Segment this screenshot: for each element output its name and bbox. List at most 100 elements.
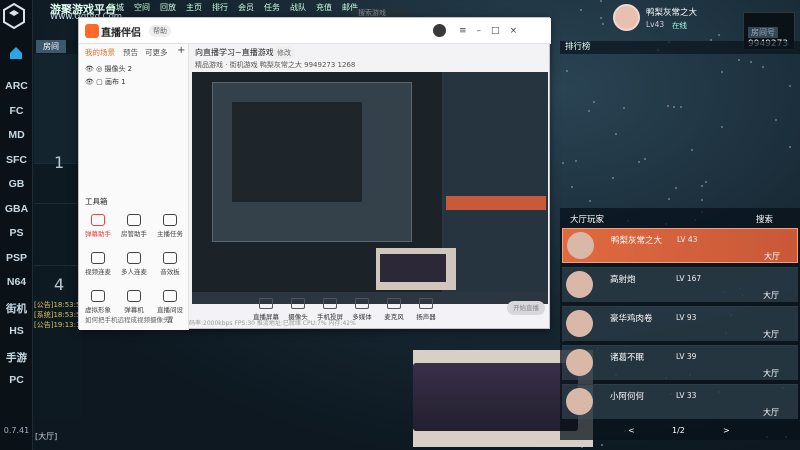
scene-item[interactable]: 👁 ◎ 摄像头 2 — [85, 64, 132, 74]
player-row[interactable]: 鸭梨灰常之大 LV 43 大厅 — [562, 228, 798, 263]
maximize-icon[interactable]: □ — [491, 26, 510, 36]
tool-label: 多人连麦 — [121, 268, 147, 276]
topnav-item[interactable]: 会员 — [238, 2, 254, 13]
tool-button[interactable]: 主播任务 — [157, 214, 183, 238]
tool-icon — [127, 214, 141, 226]
topnav-item[interactable]: 排行 — [212, 2, 228, 13]
scene-item[interactable]: 👁 ▢ 画布 1 — [85, 77, 126, 87]
sidebar-item-0[interactable]: ARC — [0, 80, 33, 92]
close-icon[interactable]: × — [510, 26, 528, 36]
topnav-item[interactable]: 空间 — [134, 2, 150, 13]
avatar[interactable] — [567, 232, 594, 259]
app-help-badge[interactable]: 帮助 — [149, 25, 171, 37]
sidebar-item-6[interactable]: PS — [0, 227, 33, 239]
tool-button[interactable]: 视频连麦 — [85, 252, 111, 276]
platform-logo-icon — [3, 3, 25, 29]
minimize-icon[interactable]: – — [477, 26, 492, 36]
sidebar-item-11[interactable]: 手游 — [0, 350, 33, 365]
avatar[interactable] — [613, 4, 640, 31]
player-level: LV 33 — [676, 391, 697, 400]
topnav-item[interactable]: 充值 — [316, 2, 332, 13]
tool-button[interactable]: 音效板 — [157, 252, 183, 276]
room-tab[interactable]: 房间 — [36, 40, 66, 53]
control-icon — [259, 298, 273, 309]
hall-title: 大厅玩家 — [570, 215, 605, 225]
tool-label: 弹幕助手 — [85, 230, 111, 238]
tab-preview[interactable]: 预告 — [123, 47, 138, 58]
control-icon — [387, 298, 401, 309]
scene-panel: 我的场景 预告 可更多 + 👁 ◎ 摄像头 2 👁 ▢ 画布 1 工具箱 弹幕助… — [79, 44, 189, 330]
player-row[interactable]: 高射炮 LV 167 大厅 — [562, 267, 798, 302]
nested-app-window — [232, 102, 362, 202]
tool-button[interactable]: 弹幕机 — [121, 290, 147, 314]
topnav-item[interactable]: 商城 — [108, 2, 124, 13]
player-level: LV 93 — [676, 313, 697, 322]
room-cell[interactable] — [34, 206, 82, 266]
player-location: 大厅 — [763, 408, 779, 417]
tool-label: 虚拟形象 — [85, 306, 111, 314]
topnav-item[interactable]: 回放 — [160, 2, 176, 13]
app-title-bar: 直播伴侣 帮助 ≡–□× — [79, 18, 551, 44]
player-name: 鸭梨灰常之大 — [611, 236, 663, 246]
sidebar-item-2[interactable]: MD — [0, 129, 33, 141]
sidebar-item-8[interactable]: N64 — [0, 276, 33, 288]
player-level: LV 43 — [677, 235, 698, 244]
sidebar-item-4[interactable]: GB — [0, 178, 33, 190]
tool-icon — [91, 214, 105, 226]
chat-line: [系统]18:53:5 — [34, 311, 81, 319]
avatar[interactable] — [566, 388, 593, 415]
player-row[interactable]: 豪华鸡肉卷 LV 93 大厅 — [562, 306, 798, 341]
profile-name: 鸭梨灰常之大 — [646, 8, 698, 18]
help-tip[interactable]: 如何把手机远程成视频摄像头? — [85, 314, 173, 324]
avatar[interactable] — [566, 271, 593, 298]
room-cell[interactable] — [34, 54, 82, 164]
ranking-title[interactable]: 排行榜 — [560, 41, 800, 54]
sidebar-item-12[interactable]: PC — [0, 374, 33, 386]
topnav-item[interactable]: 战队 — [290, 2, 306, 13]
search-button[interactable]: 搜索 — [756, 213, 773, 225]
tab-more[interactable]: 可更多 — [145, 47, 168, 58]
avatar[interactable] — [566, 310, 593, 337]
room-number: 1 — [54, 153, 65, 172]
sidebar-item-7[interactable]: PSP — [0, 252, 33, 264]
nested-player-list — [444, 72, 548, 292]
prev-page-icon[interactable]: < — [628, 426, 635, 435]
sidebar-item-1[interactable]: FC — [0, 105, 33, 117]
next-page-icon[interactable]: > — [723, 426, 730, 435]
player-level: LV 39 — [676, 352, 697, 361]
sidebar-item-9[interactable]: 街机 — [0, 301, 33, 316]
tool-icon — [163, 290, 177, 302]
player-location: 大厅 — [763, 291, 779, 300]
tool-button[interactable]: 虚拟形象 — [85, 290, 111, 314]
home-icon[interactable] — [8, 46, 24, 60]
room-number: 4 — [54, 275, 65, 294]
sidebar-item-5[interactable]: GBA — [0, 203, 33, 215]
topnav-item[interactable]: 任务 — [264, 2, 280, 13]
tool-button[interactable]: 房管助手 — [121, 214, 147, 238]
profile-status[interactable]: 在线 — [672, 20, 687, 31]
topnav-item[interactable]: 主页 — [186, 2, 202, 13]
edit-title-button[interactable]: 修改 — [273, 47, 295, 59]
start-live-button[interactable]: 开始直播 — [507, 301, 545, 315]
user-avatar[interactable] — [433, 24, 446, 37]
player-row[interactable]: 诸葛不眠 LV 39 大厅 — [562, 345, 798, 380]
tool-button[interactable]: 弹幕助手 — [85, 214, 111, 238]
stream-workspace: 向直播学习~直播游戏之子! 修改 精品游戏 · 街机游戏 鸭梨灰常之大 9949… — [189, 44, 551, 330]
menu-icon[interactable]: ≡ — [459, 26, 477, 36]
sidebar-item-10[interactable]: HS — [0, 325, 33, 337]
app-logo-icon — [85, 24, 99, 38]
tab-my-scene[interactable]: 我的场景 — [85, 47, 115, 58]
avatar[interactable] — [566, 349, 593, 376]
sidebar-item-3[interactable]: SFC — [0, 154, 33, 166]
tool-icon — [91, 252, 105, 264]
chat-line: [公告]18:53:5 — [34, 301, 81, 309]
keyboard — [380, 254, 446, 282]
player-location: 大厅 — [764, 252, 780, 261]
player-location: 大厅 — [763, 369, 779, 378]
tool-button[interactable]: 多人连麦 — [121, 252, 147, 276]
chat-line: [公告]19:13:1 — [34, 321, 81, 329]
window-controls[interactable]: ≡–□× — [459, 26, 527, 36]
add-scene-icon[interactable]: + — [177, 45, 185, 56]
player-row[interactable]: 小阿何何 LV 33 大厅 — [562, 384, 798, 419]
tool-label: 房管助手 — [121, 230, 147, 238]
